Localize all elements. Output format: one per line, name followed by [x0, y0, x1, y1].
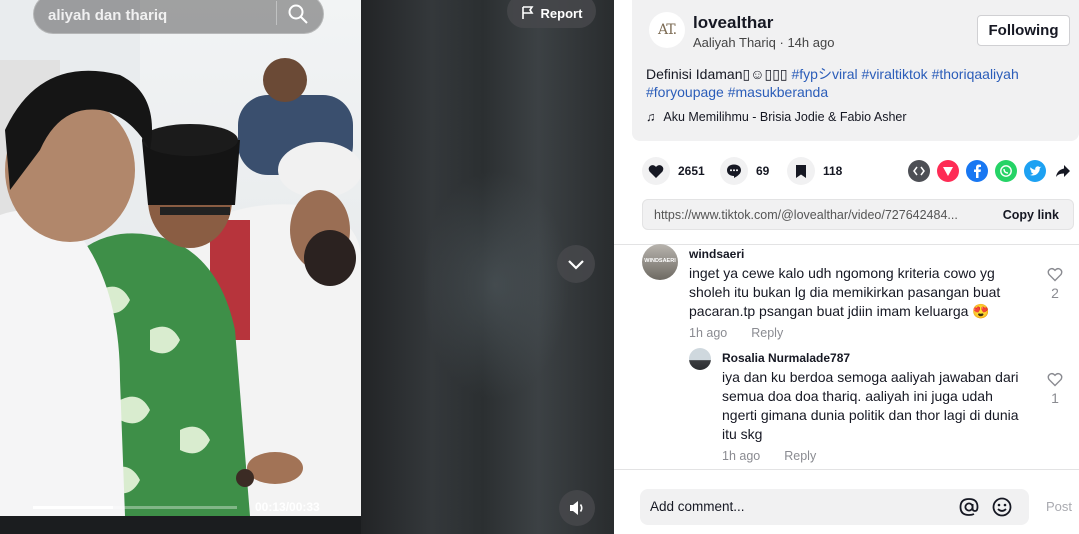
comment-action[interactable]: 69 [720, 157, 769, 185]
action-bar: 2651 69 118 [642, 157, 1079, 185]
following-button[interactable]: Following [977, 15, 1070, 46]
reply-like[interactable]: 1 [1045, 372, 1065, 406]
video-panel: aliyah dan thariq 00:13/00:33 Report [0, 0, 614, 534]
author-subtitle: Aaliyah Thariq · 14h ago [693, 35, 834, 50]
comment-count: 69 [756, 164, 770, 178]
flag-icon [521, 6, 534, 19]
tiktok-video-page: aliyah dan thariq 00:13/00:33 Report AT.… [0, 0, 1079, 534]
whatsapp-icon[interactable] [995, 160, 1017, 182]
twitter-icon[interactable] [1024, 160, 1046, 182]
heart-icon[interactable] [642, 157, 670, 185]
comment-placeholder[interactable]: Add comment... [650, 499, 745, 514]
hashtag-link[interactable]: #thoriqaaliyah [932, 66, 1019, 82]
author-avatar[interactable]: AT. [649, 12, 685, 48]
next-video-button[interactable] [557, 245, 595, 283]
comment-like-count: 2 [1051, 285, 1059, 301]
save-action[interactable]: 118 [787, 157, 842, 185]
volume-button[interactable] [559, 490, 595, 526]
heart-outline-icon[interactable] [1047, 267, 1063, 282]
search-divider [276, 1, 277, 25]
hashtag-link[interactable]: #fypシviral [792, 66, 858, 82]
reply-like-count: 1 [1051, 390, 1059, 406]
comment-text: inget ya cewe kalo udh ngomong kriteria … [689, 265, 1001, 319]
divider [614, 244, 1079, 245]
blur-highlight [420, 170, 570, 400]
avatar-logo-text: WINDSAERI [644, 258, 676, 264]
volume-icon [570, 501, 583, 515]
hashtag-link[interactable]: #viraltiktok [862, 66, 928, 82]
embed-icon[interactable] [908, 160, 930, 182]
author-username[interactable]: lovealthar [693, 13, 773, 33]
comment-time: 1h ago [689, 326, 728, 340]
search-input[interactable]: aliyah dan thariq [48, 7, 167, 24]
author-nickname[interactable]: Aaliyah Thariq [693, 35, 776, 50]
video-frame-figures [0, 58, 361, 516]
caption-text: Definisi Idaman▯☺▯▯▯ [646, 66, 792, 82]
music-title[interactable]: Aku Memilihmu - Brisia Jodie & Fabio Ash… [663, 110, 906, 124]
comment-input[interactable]: Add comment... [640, 489, 1029, 525]
details-panel: AT. lovealthar Aaliyah Thariq · 14h ago … [614, 0, 1079, 534]
like-action[interactable]: 2651 [642, 157, 705, 185]
report-label: Report [540, 5, 583, 21]
copy-link-button[interactable]: Copy link [1003, 208, 1059, 222]
post-info: AT. lovealthar Aaliyah Thariq · 14h ago … [632, 0, 1079, 141]
post-time: 14h ago [787, 35, 835, 50]
reply-meta: 1h ago Reply [722, 449, 816, 463]
comment-like[interactable]: 2 [1045, 267, 1065, 301]
reply-text: iya dan ku berdoa semoga aaliyah jawaban… [722, 369, 1019, 442]
like-count: 2651 [678, 164, 705, 178]
divider [614, 469, 1079, 470]
hashtag-link[interactable]: #masukberanda [728, 84, 828, 100]
reply-avatar[interactable] [689, 348, 711, 370]
reply-time: 1h ago [722, 449, 761, 463]
bookmark-icon[interactable] [787, 157, 815, 185]
hashtag-link[interactable]: #foryoupage [646, 84, 724, 100]
music-link[interactable]: ♫ Aku Memilihmu - Brisia Jodie & Fabio A… [646, 110, 907, 124]
facebook-icon[interactable] [966, 160, 988, 182]
post-caption: Definisi Idaman▯☺▯▯▯ #fypシviral #viralti… [646, 65, 1071, 101]
search-bar[interactable]: aliyah dan thariq [33, 0, 324, 34]
reply-username[interactable]: Rosalia Nurmalade787 [722, 351, 850, 365]
friends-send-icon[interactable] [937, 160, 959, 182]
video-url[interactable]: https://www.tiktok.com/@lovealthar/video… [654, 208, 984, 222]
share-arrow-icon[interactable] [1052, 160, 1074, 182]
search-icon[interactable] [287, 3, 313, 27]
comment-icon[interactable] [720, 157, 748, 185]
video-time: 00:13/00:33 [255, 500, 320, 514]
mention-icon[interactable] [958, 496, 980, 518]
video-link-box: https://www.tiktok.com/@lovealthar/video… [642, 199, 1074, 230]
emoji-icon[interactable] [991, 496, 1013, 518]
reply-button[interactable]: Reply [784, 449, 816, 463]
save-count: 118 [823, 164, 843, 178]
report-button[interactable]: Report [507, 0, 596, 28]
video-progress-fill [33, 506, 113, 509]
video-player[interactable]: aliyah dan thariq 00:13/00:33 [0, 0, 361, 516]
separator: · [775, 35, 788, 50]
music-note-icon: ♫ [646, 110, 656, 124]
comment-avatar[interactable]: WINDSAERI [642, 244, 678, 280]
comment-username[interactable]: windsaeri [689, 247, 744, 261]
video-progress-bar[interactable] [33, 506, 237, 509]
chevron-down-icon [568, 260, 584, 270]
reply-button[interactable]: Reply [751, 326, 783, 340]
post-comment-button[interactable]: Post [1046, 499, 1072, 514]
heart-outline-icon[interactable] [1047, 372, 1063, 387]
comment-meta: 1h ago Reply [689, 326, 783, 340]
